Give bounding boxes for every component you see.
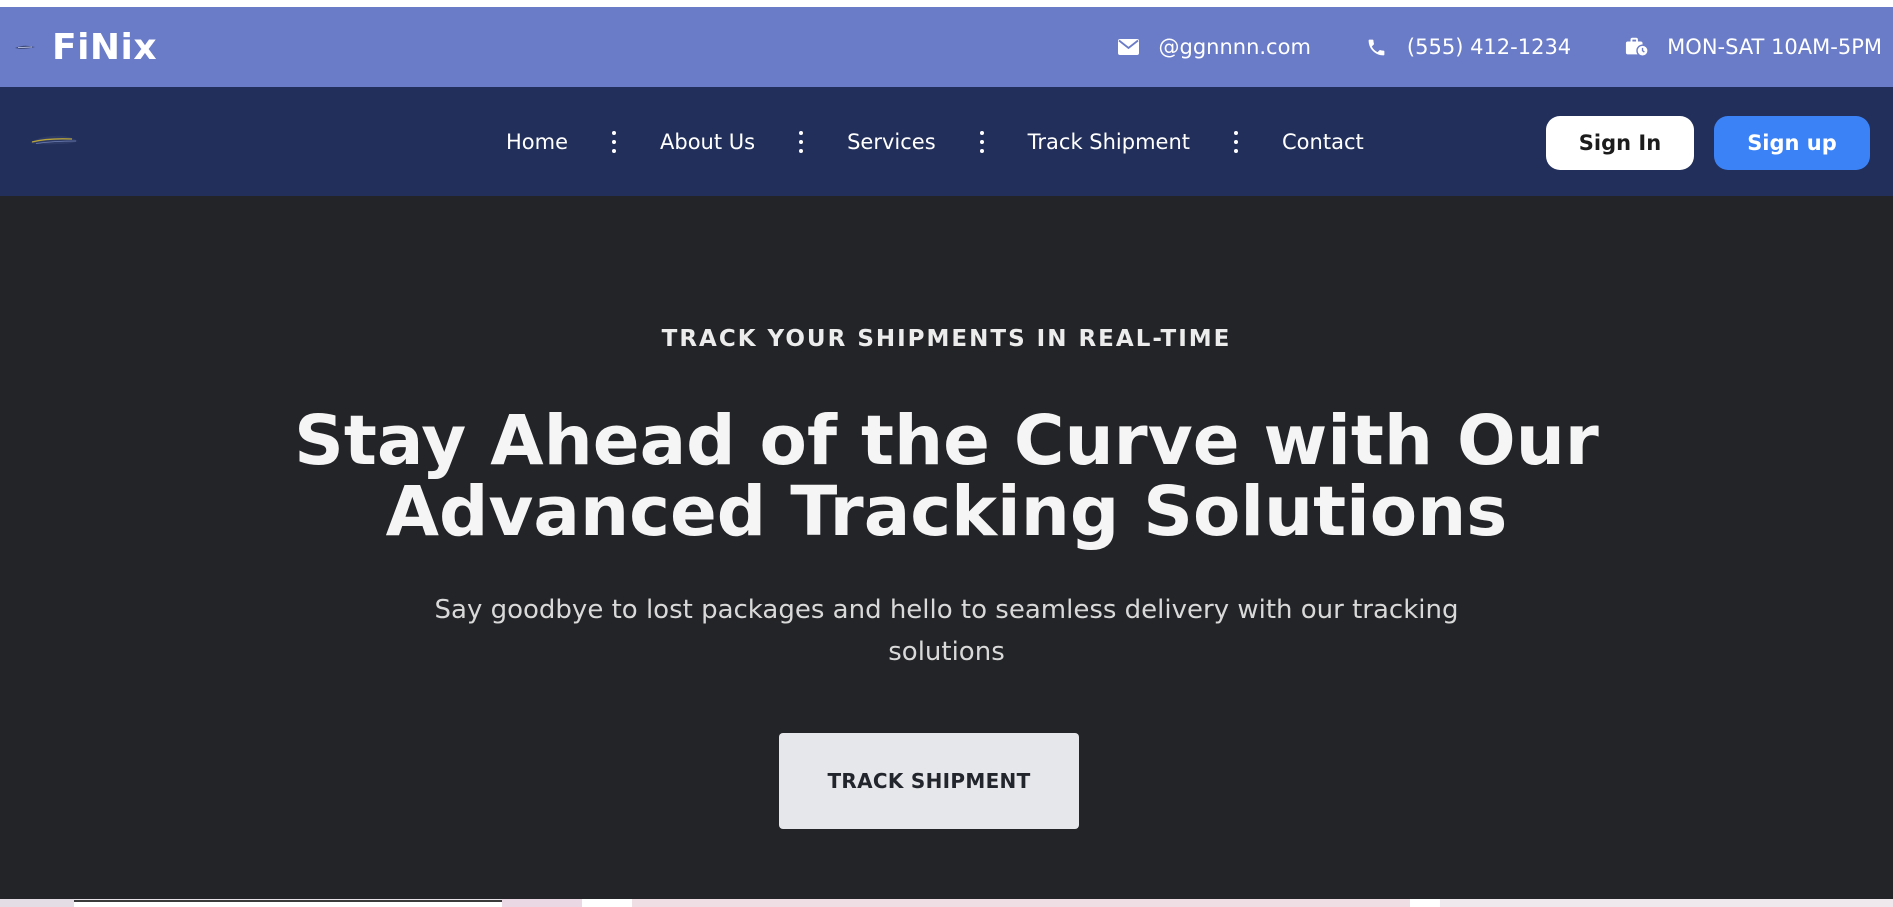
phone-icon (1365, 35, 1389, 59)
nav-link-contact[interactable]: Contact (1282, 130, 1364, 154)
top-border (0, 0, 1893, 7)
sign-in-button[interactable]: Sign In (1546, 116, 1694, 170)
hero-subtext: Say goodbye to lost packages and hello t… (434, 595, 1459, 667)
preview-card (74, 900, 502, 907)
track-shipment-button[interactable]: TRACK SHIPMENT (779, 733, 1079, 829)
hero-headline-line1: Stay Ahead of the Curve with Our (294, 401, 1599, 481)
auth-buttons: Sign In Sign up (1546, 116, 1870, 170)
envelope-icon (1116, 35, 1140, 59)
contact-hours-text: MON-SAT 10AM-5PM (1667, 35, 1882, 59)
contact-phone-text: (555) 412-1234 (1406, 35, 1572, 59)
nav-links: Home About Us Services Track Shipment Co… (506, 87, 1364, 196)
contact-bar: FiNix @ggnnnn.com (555) 412-1234 MON-SAT… (0, 7, 1893, 87)
nav-link-about-us[interactable]: About Us (660, 130, 755, 154)
nav-link-track-shipment[interactable]: Track Shipment (1028, 130, 1190, 154)
hero-headline: Stay Ahead of the Curve with Our Advance… (0, 406, 1893, 548)
preview-block (1410, 899, 1440, 907)
nav-separator-icon (612, 130, 617, 153)
nav-link-home[interactable]: Home (506, 130, 568, 154)
contact-email[interactable]: @ggnnnn.com (1116, 35, 1311, 59)
sign-up-button[interactable]: Sign up (1714, 116, 1870, 170)
preview-block (582, 899, 632, 907)
hero-section: TRACK YOUR SHIPMENTS IN REAL-TIME Stay A… (0, 196, 1893, 899)
contact-hours: MON-SAT 10AM-5PM (1625, 35, 1882, 59)
nav-link-services[interactable]: Services (847, 130, 936, 154)
preview-block (1440, 899, 1893, 907)
car-logo-icon[interactable] (28, 129, 82, 151)
next-section-preview (0, 899, 1893, 907)
brand-logo-icon (14, 44, 36, 50)
briefcase-clock-icon (1625, 35, 1649, 59)
brand-name: FiNix (52, 26, 158, 68)
preview-block (0, 899, 74, 907)
main-navbar: Home About Us Services Track Shipment Co… (0, 87, 1893, 196)
nav-separator-icon (979, 130, 984, 153)
contact-phone[interactable]: (555) 412-1234 (1365, 35, 1571, 59)
contact-email-text: @ggnnnn.com (1158, 35, 1311, 59)
brand[interactable]: FiNix (14, 7, 157, 87)
hero-eyebrow: TRACK YOUR SHIPMENTS IN REAL-TIME (661, 326, 1232, 352)
contact-info: @ggnnnn.com (555) 412-1234 MON-SAT 10AM-… (1116, 7, 1882, 87)
hero-headline-line2: Advanced Tracking Solutions (385, 472, 1508, 552)
nav-separator-icon (1234, 130, 1239, 153)
preview-image (632, 899, 1410, 907)
preview-block (502, 899, 582, 907)
nav-separator-icon (799, 130, 804, 153)
